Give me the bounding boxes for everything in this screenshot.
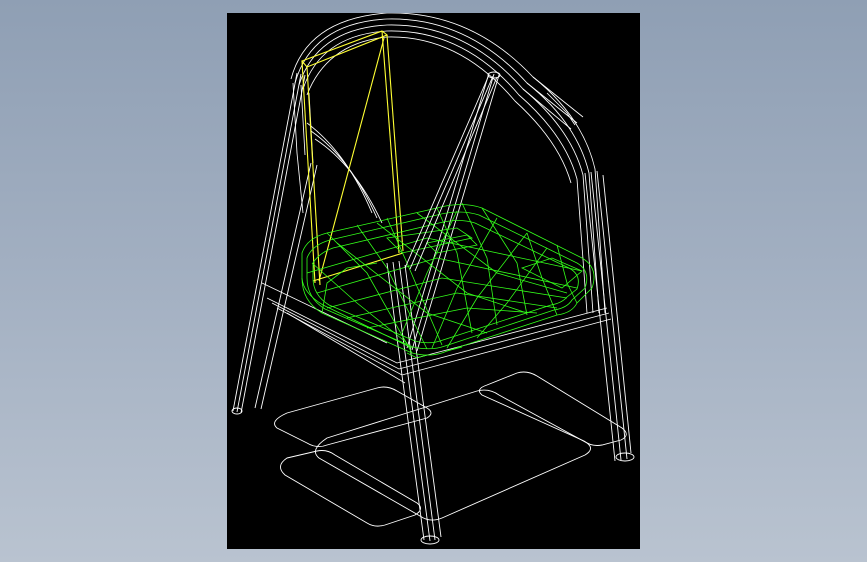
back-panel (301, 30, 404, 286)
chair-wireframe-drawing (231, 13, 635, 545)
seat-cushion (301, 202, 595, 359)
floor-shadow (274, 371, 627, 527)
backrest-arc (290, 13, 606, 314)
rear-left-leg (231, 72, 318, 415)
cad-viewport[interactable] (227, 13, 640, 549)
cad-window: { "viewport": { "background_color": "#00… (0, 0, 867, 562)
